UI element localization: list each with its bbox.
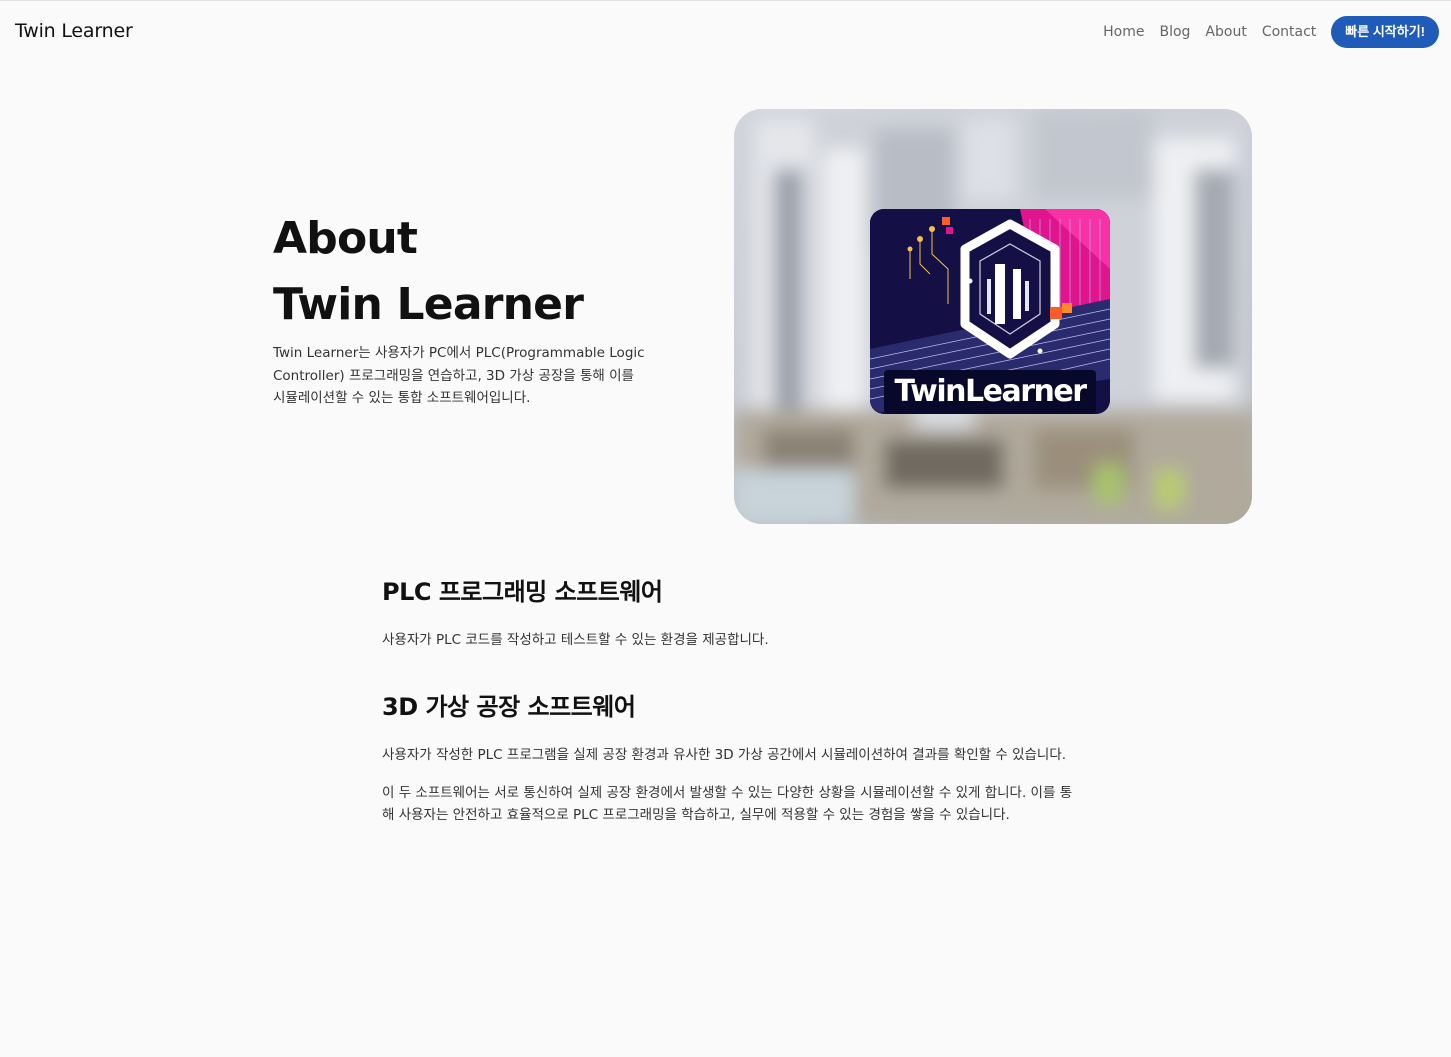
site-header: Twin Learner Home Blog About Contact 빠른 … bbox=[0, 1, 1451, 63]
page-title-line-2: Twin Learner bbox=[273, 279, 584, 330]
brand-logo-text[interactable]: Twin Learner bbox=[15, 20, 133, 42]
section-text-communication: 이 두 소프트웨어는 서로 통신하여 실제 공장 환경에서 발생할 수 있는 다… bbox=[382, 785, 1073, 823]
logo-wordmark: TwinLearner bbox=[884, 370, 1096, 414]
section-plc: PLC 프로그래밍 소프트웨어 사용자가 PLC 코드를 작성하고 테스트할 수… bbox=[382, 572, 1082, 651]
section-text-3d-factory: 사용자가 작성한 PLC 프로그램을 실제 공장 환경과 유사한 3D 가상 공… bbox=[382, 747, 1067, 763]
section-heading-plc: PLC 프로그래밍 소프트웨어 bbox=[382, 578, 663, 606]
twinlearner-logo: TwinLearner bbox=[870, 209, 1110, 414]
nav-link-contact[interactable]: Contact bbox=[1262, 16, 1316, 48]
section-3d-factory: 3D 가상 공장 소프트웨어 사용자가 작성한 PLC 프로그램을 실제 공장 … bbox=[382, 687, 1082, 826]
nav-link-blog[interactable]: Blog bbox=[1159, 16, 1190, 48]
nav-link-home[interactable]: Home bbox=[1103, 16, 1144, 48]
section-heading-3d-factory: 3D 가상 공장 소프트웨어 bbox=[382, 693, 636, 721]
page-title: About Twin Learner bbox=[273, 206, 693, 338]
nav-link-about[interactable]: About bbox=[1205, 16, 1246, 48]
quick-start-button[interactable]: 빠른 시작하기! bbox=[1331, 16, 1439, 48]
section-text-plc: 사용자가 PLC 코드를 작성하고 테스트할 수 있는 환경을 제공합니다. bbox=[382, 632, 769, 648]
hero-image: TwinLearner bbox=[734, 109, 1252, 524]
page-title-line-1: About bbox=[273, 213, 418, 264]
hero-description: Twin Learner는 사용자가 PC에서 PLC(Programmable… bbox=[273, 345, 645, 406]
main-nav: Home Blog About Contact 빠른 시작하기! bbox=[1103, 16, 1439, 48]
